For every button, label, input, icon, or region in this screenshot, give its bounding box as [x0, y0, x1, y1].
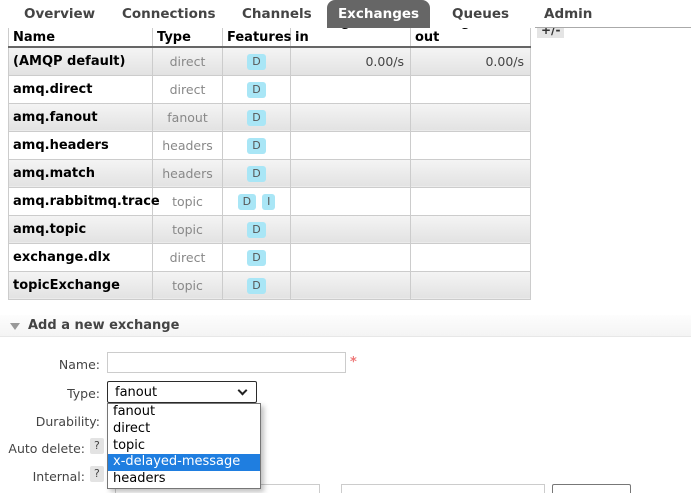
exchange-type: topic — [153, 271, 223, 299]
tab-channels[interactable]: Channels — [242, 0, 312, 28]
rate-in — [291, 215, 411, 243]
durability-label: Durability: — [0, 414, 100, 429]
rate-out — [411, 271, 531, 299]
tab-overview[interactable]: Overview — [24, 0, 95, 28]
argument-value-input[interactable] — [341, 484, 545, 493]
internal-help-icon[interactable]: ? — [90, 466, 104, 482]
table-row[interactable]: amq.topic topic D — [9, 215, 531, 243]
durable-badge: D — [247, 222, 265, 238]
nav-divider-line — [535, 27, 691, 28]
rate-in — [291, 131, 411, 159]
rate-out — [411, 103, 531, 131]
table-row[interactable]: (AMQP default) direct D 0.00/s 0.00/s — [9, 47, 531, 75]
table-row[interactable]: topicExchange topic D — [9, 271, 531, 299]
page: Overview Connections Channels Exchanges … — [0, 0, 691, 493]
rate-in — [291, 243, 411, 271]
type-select[interactable]: fanout — [107, 381, 257, 403]
tab-exchanges[interactable]: Exchanges — [327, 0, 430, 28]
exchange-type: headers — [153, 131, 223, 159]
exchange-type: direct — [153, 243, 223, 271]
durable-badge: D — [247, 110, 265, 126]
rate-in — [291, 103, 411, 131]
add-exchange-section-header[interactable]: Add a new exchange — [0, 315, 691, 337]
rate-in — [291, 75, 411, 103]
rate-out — [411, 187, 531, 215]
table-row[interactable]: amq.fanout fanout D — [9, 103, 531, 131]
rate-in — [291, 271, 411, 299]
tab-admin[interactable]: Admin — [544, 0, 592, 28]
table-row[interactable]: amq.rabbitmq.trace topic D I — [9, 187, 531, 215]
exchanges-table: Name Type Features Message rate in Messa… — [8, 15, 531, 300]
durable-badge: D — [247, 278, 265, 294]
argument-type-select[interactable] — [552, 484, 631, 493]
rate-out — [411, 243, 531, 271]
table-row[interactable]: amq.headers headers D — [9, 131, 531, 159]
durable-badge: D — [247, 250, 265, 266]
durable-badge: D — [247, 82, 265, 98]
exchange-name[interactable]: (AMQP default) — [9, 47, 153, 75]
rate-in — [291, 159, 411, 187]
exchange-type: topic — [153, 215, 223, 243]
exchange-name[interactable]: amq.topic — [9, 215, 153, 243]
exchange-name[interactable]: amq.match — [9, 159, 153, 187]
required-marker: * — [350, 355, 357, 370]
exchange-type: direct — [153, 75, 223, 103]
exchange-name[interactable]: amq.direct — [9, 75, 153, 103]
dropdown-option-direct[interactable]: direct — [108, 421, 260, 438]
rate-out: 0.00/s — [411, 47, 531, 75]
tab-queues[interactable]: Queues — [452, 0, 509, 28]
dropdown-option-headers[interactable]: headers — [108, 471, 260, 488]
rate-out — [411, 215, 531, 243]
rate-in: 0.00/s — [291, 47, 411, 75]
exchange-name[interactable]: amq.fanout — [9, 103, 153, 131]
rate-out — [411, 131, 531, 159]
exchange-type: direct — [153, 47, 223, 75]
internal-label: Internal: — [0, 469, 85, 484]
dropdown-option-x-delayed-message[interactable]: x-delayed-message — [108, 454, 260, 471]
auto-delete-help-icon[interactable]: ? — [90, 438, 104, 454]
durable-badge: D — [247, 166, 265, 182]
rate-out — [411, 75, 531, 103]
durable-badge: D — [238, 194, 256, 210]
table-row[interactable]: amq.direct direct D — [9, 75, 531, 103]
dropdown-option-topic[interactable]: topic — [108, 438, 260, 455]
auto-delete-label: Auto delete: — [0, 441, 85, 456]
exchange-type: fanout — [153, 103, 223, 131]
tab-connections[interactable]: Connections — [122, 0, 216, 28]
exchange-name[interactable]: exchange.dlx — [9, 243, 153, 271]
exchange-name[interactable]: topicExchange — [9, 271, 153, 299]
exchange-name-input[interactable] — [107, 352, 346, 373]
type-dropdown-list: fanout direct topic x-delayed-message he… — [107, 403, 261, 489]
internal-badge: I — [262, 194, 275, 210]
dropdown-option-fanout[interactable]: fanout — [108, 404, 260, 421]
type-label: Type: — [0, 386, 100, 401]
name-label: Name: — [0, 357, 100, 372]
table-row[interactable]: amq.match headers D — [9, 159, 531, 187]
table-row[interactable]: exchange.dlx direct D — [9, 243, 531, 271]
exchange-type: topic — [153, 187, 223, 215]
exchange-name[interactable]: amq.headers — [9, 131, 153, 159]
exchange-type: headers — [153, 159, 223, 187]
rate-in — [291, 187, 411, 215]
section-title: Add a new exchange — [28, 318, 179, 333]
durable-badge: D — [247, 138, 265, 154]
chevron-down-icon — [238, 386, 248, 396]
durable-badge: D — [247, 54, 265, 70]
rate-out — [411, 159, 531, 187]
top-nav: Overview Connections Channels Exchanges … — [0, 0, 691, 28]
type-select-value: fanout — [115, 385, 157, 400]
exchange-name[interactable]: amq.rabbitmq.trace — [9, 187, 153, 215]
collapse-arrow-icon — [10, 323, 20, 330]
